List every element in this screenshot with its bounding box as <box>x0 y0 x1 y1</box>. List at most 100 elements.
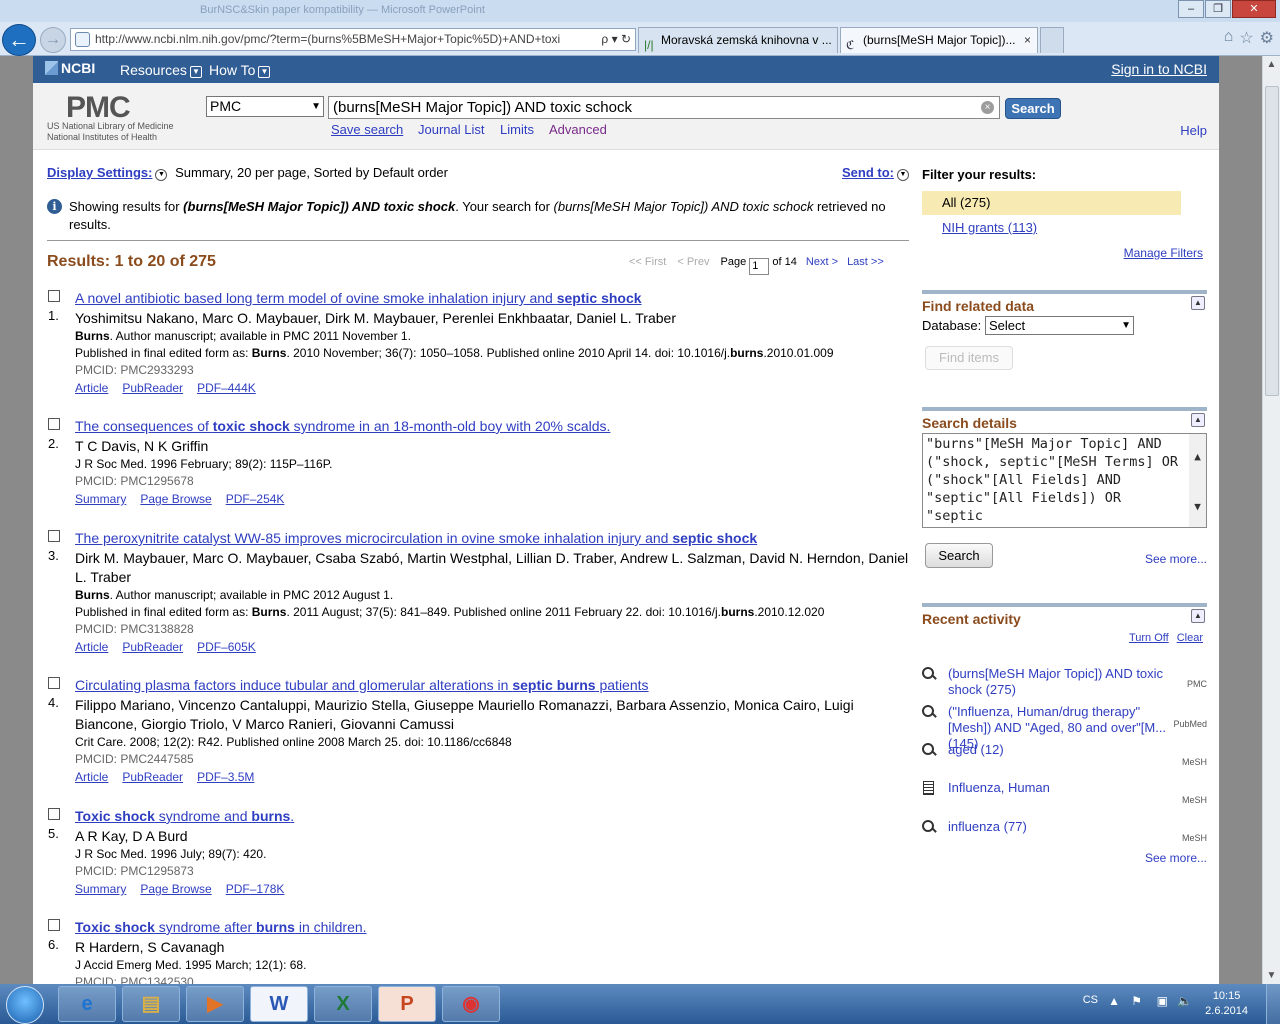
details-search-button[interactable]: Search <box>925 543 993 568</box>
clock[interactable]: 10:15 2.6.2014 <box>1205 989 1248 1019</box>
chevron-down-icon[interactable]: ▼ <box>155 169 168 181</box>
collapse-icon[interactable]: ▲ <box>1191 609 1205 623</box>
filter-all[interactable]: All (275) <box>922 191 1181 215</box>
new-tab-button[interactable] <box>1040 27 1064 53</box>
result-link-summary[interactable]: Summary <box>75 492 126 506</box>
result-checkbox[interactable] <box>48 530 60 542</box>
flag-icon[interactable]: ⚑ <box>1131 994 1142 1008</box>
settings-gear-icon[interactable]: ⚙ <box>1260 28 1274 48</box>
advanced-link[interactable]: Advanced <box>549 122 607 137</box>
volume-icon[interactable]: 🔈 <box>1177 994 1192 1008</box>
filter-nih-grants[interactable]: NIH grants (113) <box>942 220 1037 235</box>
help-link[interactable]: Help <box>1180 123 1207 138</box>
ncbi-logo[interactable]: NCBI <box>45 60 95 76</box>
save-search-link[interactable]: Save search <box>331 122 403 137</box>
result-checkbox[interactable] <box>48 808 60 820</box>
powerpoint-icon[interactable]: P <box>378 986 436 1022</box>
scroll-down-icon[interactable]: ▼ <box>1189 498 1206 516</box>
show-hidden-icons-icon[interactable]: ▲ <box>1108 994 1120 1008</box>
last-page-link[interactable]: Last >> <box>847 256 884 268</box>
menu-how-to[interactable]: How To ▼ <box>209 62 271 78</box>
result-link-page-browse[interactable]: Page Browse <box>140 882 211 896</box>
chrome-icon[interactable]: ◉ <box>442 986 500 1022</box>
result-title-link[interactable]: Toxic shock syndrome and burns. <box>75 808 294 824</box>
result-link-article[interactable]: Article <box>75 770 108 784</box>
textarea-scrollbar[interactable]: ▲ ▼ <box>1189 434 1206 527</box>
result-checkbox[interactable] <box>48 290 60 302</box>
pmc-logo[interactable]: PMC <box>66 91 131 125</box>
scroll-up-icon[interactable]: ▲ <box>1189 448 1206 466</box>
recent-item-link[interactable]: influenza (77) <box>948 819 1180 835</box>
result-link-pdf-444k[interactable]: PDF–444K <box>197 381 256 395</box>
result-title-link[interactable]: The peroxynitrite catalyst WW-85 improve… <box>75 530 757 546</box>
result-link-pubreader[interactable]: PubReader <box>122 770 183 784</box>
menu-resources[interactable]: Resources ▼ <box>120 62 202 78</box>
internet-explorer-icon[interactable]: e <box>58 986 116 1022</box>
result-link-pdf-3-5m[interactable]: PDF–3.5M <box>197 770 254 784</box>
sign-in-link[interactable]: Sign in to NCBI <box>1111 61 1207 77</box>
turn-off-link[interactable]: Turn Off <box>1129 632 1169 644</box>
page-number-input[interactable]: 1 <box>749 258 770 275</box>
result-link-page-browse[interactable]: Page Browse <box>140 492 211 506</box>
result-checkbox[interactable] <box>48 418 60 430</box>
back-button[interactable]: ← <box>2 24 36 56</box>
search-input[interactable]: (burns[MeSH Major Topic]) AND toxic scho… <box>328 96 1000 119</box>
result-link-pubreader[interactable]: PubReader <box>122 640 183 654</box>
result-title-link[interactable]: A novel antibiotic based long term model… <box>75 290 642 306</box>
tab-moravska[interactable]: |/| Moravská zemská knihovna v ... <box>638 27 838 53</box>
address-actions[interactable]: ρ ▾ ↻ <box>597 29 631 50</box>
result-link-pdf-605k[interactable]: PDF–605K <box>197 640 256 654</box>
address-bar[interactable]: http://www.ncbi.nlm.nih.gov/pmc/?term=(b… <box>70 28 636 51</box>
see-more-link[interactable]: See more... <box>1145 552 1207 566</box>
scroll-down-icon[interactable]: ▼ <box>1263 967 1280 984</box>
result-link-summary[interactable]: Summary <box>75 882 126 896</box>
database-select[interactable]: PMC ▼ <box>206 96 324 117</box>
collapse-icon[interactable]: ▲ <box>1191 296 1205 310</box>
result-title-link[interactable]: Circulating plasma factors induce tubula… <box>75 677 649 693</box>
send-to[interactable]: Send to: ▼ <box>842 165 909 181</box>
scroll-up-icon[interactable]: ▲ <box>1263 56 1280 73</box>
scroll-thumb[interactable] <box>1265 86 1279 396</box>
search-details-textarea[interactable]: "burns"[MeSH Major Topic] AND ("shock, s… <box>922 433 1207 528</box>
result-link-article[interactable]: Article <box>75 381 108 395</box>
close-tab-icon[interactable]: × <box>1024 28 1031 52</box>
excel-icon[interactable]: X <box>314 986 372 1022</box>
result-title-link[interactable]: The consequences of toxic shock syndrome… <box>75 418 610 434</box>
display-settings-link[interactable]: Display Settings: <box>47 165 152 180</box>
send-to-link[interactable]: Send to: <box>842 165 894 180</box>
search-button[interactable]: Search <box>1005 98 1061 119</box>
page-scrollbar[interactable]: ▲ ▼ <box>1262 56 1280 984</box>
collapse-icon[interactable]: ▲ <box>1191 413 1205 427</box>
show-desktop-button[interactable] <box>1266 984 1280 1024</box>
language-indicator[interactable]: CS <box>1083 994 1098 1006</box>
recent-see-more-link[interactable]: See more... <box>1145 851 1207 865</box>
manage-filters-link[interactable]: Manage Filters <box>1124 246 1203 260</box>
tab-pmc-search[interactable]: ℭ (burns[MeSH Major Topic])... × <box>840 27 1038 53</box>
recent-item-link[interactable]: (burns[MeSH Major Topic]) AND toxic shoc… <box>948 666 1180 698</box>
forward-button[interactable]: → <box>40 27 66 53</box>
result-checkbox[interactable] <box>48 919 60 931</box>
result-link-pdf-254k[interactable]: PDF–254K <box>226 492 285 506</box>
recent-item-link[interactable]: aged (12) <box>948 742 1180 758</box>
home-icon[interactable]: ⌂ <box>1224 28 1234 48</box>
result-link-pubreader[interactable]: PubReader <box>122 381 183 395</box>
journal-list-link[interactable]: Journal List <box>418 122 484 137</box>
media-player-icon[interactable]: ▶ <box>186 986 244 1022</box>
start-button[interactable] <box>6 986 44 1024</box>
favorites-star-icon[interactable]: ☆ <box>1239 28 1253 48</box>
maximize-button[interactable]: ❐ <box>1205 0 1231 18</box>
result-title-link[interactable]: Toxic shock syndrome after burns in chil… <box>75 919 367 935</box>
clear-link[interactable]: Clear <box>1177 632 1203 644</box>
minimize-button[interactable]: – <box>1178 0 1204 18</box>
recent-item-link[interactable]: Influenza, Human <box>948 780 1180 796</box>
clear-search-icon[interactable]: × <box>981 101 994 114</box>
network-icon[interactable]: ▣ <box>1157 994 1168 1008</box>
word-icon[interactable]: W <box>250 986 308 1022</box>
limits-link[interactable]: Limits <box>500 122 534 137</box>
next-page-link[interactable]: Next > <box>806 256 838 268</box>
close-window-button[interactable]: ✕ <box>1232 0 1276 18</box>
related-database-select[interactable]: Select ▼ <box>985 316 1134 335</box>
result-link-article[interactable]: Article <box>75 640 108 654</box>
result-link-pdf-178k[interactable]: PDF–178K <box>226 882 285 896</box>
result-checkbox[interactable] <box>48 677 60 689</box>
